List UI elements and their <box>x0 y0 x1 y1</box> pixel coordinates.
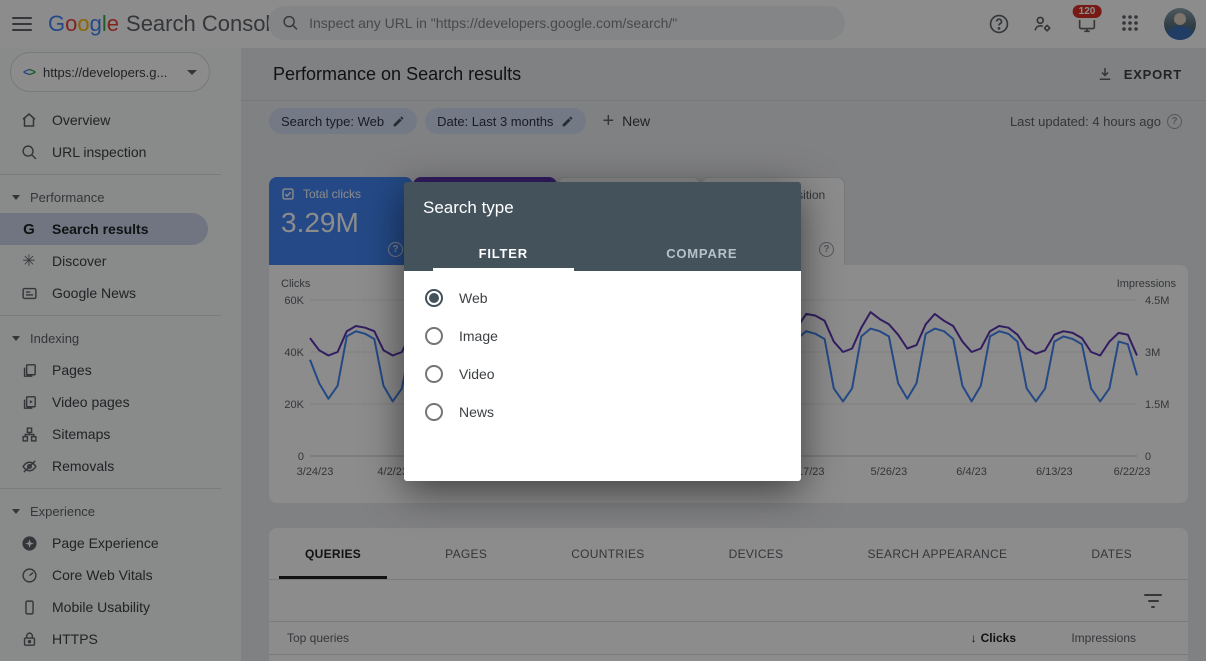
radio-icon <box>425 403 443 421</box>
radio-option-web[interactable]: Web <box>404 279 801 317</box>
dialog-title: Search type <box>404 182 801 218</box>
tab-compare[interactable]: COMPARE <box>603 235 802 271</box>
option-label: Video <box>459 366 495 382</box>
dialog-header: Search type FILTER COMPARE <box>404 182 801 271</box>
option-label: News <box>459 404 494 420</box>
radio-option-news[interactable]: News <box>404 393 801 431</box>
radio-selected-icon <box>425 289 443 307</box>
radio-option-video[interactable]: Video <box>404 355 801 393</box>
dialog-body: Web Image Video News <box>404 271 801 481</box>
tab-filter[interactable]: FILTER <box>404 235 603 271</box>
option-label: Web <box>459 290 488 306</box>
dialog-tabs: FILTER COMPARE <box>404 235 801 271</box>
option-label: Image <box>459 328 498 344</box>
radio-option-image[interactable]: Image <box>404 317 801 355</box>
search-type-dialog: Search type FILTER COMPARE Web Image Vid… <box>404 182 801 481</box>
radio-icon <box>425 327 443 345</box>
radio-icon <box>425 365 443 383</box>
